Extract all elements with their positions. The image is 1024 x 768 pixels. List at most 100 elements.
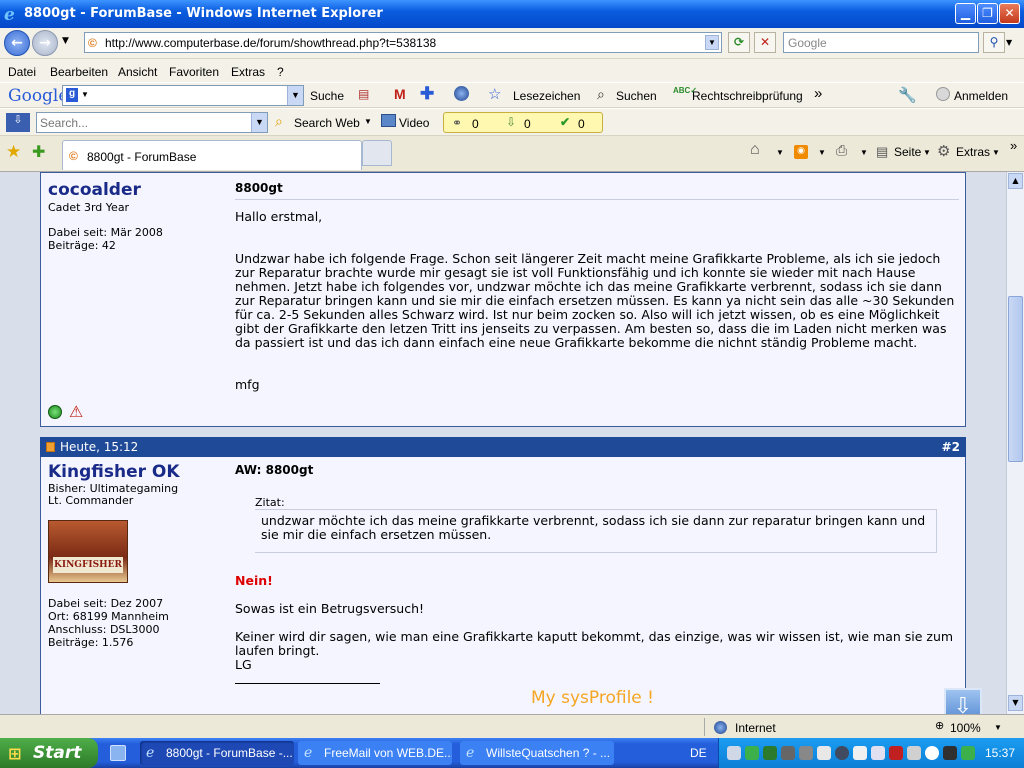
tray-ea-icon[interactable]	[943, 746, 957, 760]
wrench-settings-icon[interactable]: 🔧	[898, 86, 917, 104]
find-button[interactable]: Suchen	[616, 89, 657, 103]
tray-app-icon[interactable]	[781, 746, 795, 760]
video-button[interactable]: Video	[399, 116, 429, 130]
search-web-button[interactable]: Search Web	[294, 116, 360, 130]
post-2-post-count: Beiträge: 1.576	[48, 636, 134, 649]
minimize-button[interactable]: ▁	[955, 3, 976, 24]
page-dropdown-icon[interactable]: ▼	[923, 148, 931, 157]
toolbar-menu-icon[interactable]: ⇩	[6, 113, 30, 132]
post-1-title-divider	[235, 199, 959, 200]
scroll-thumb[interactable]	[1008, 296, 1023, 462]
live-search-input[interactable]: Google	[783, 32, 979, 53]
menu-help[interactable]: ?	[277, 65, 284, 79]
star-bookmark-icon[interactable]: ☆	[488, 85, 501, 103]
search-provider-dropdown-icon[interactable]: ▼	[1006, 38, 1012, 47]
forward-button[interactable]: →	[32, 30, 58, 56]
home-icon[interactable]: ⌂	[750, 141, 760, 159]
address-input[interactable]: © http://www.computerbase.de/forum/showt…	[84, 32, 722, 53]
rss-feed-icon[interactable]: ◉	[794, 145, 808, 159]
stop-button[interactable]: ✕	[754, 32, 776, 53]
scroll-down-button[interactable]: ▼	[1008, 695, 1023, 711]
report-post-icon[interactable]: ⚠	[69, 402, 83, 421]
search-web-dropdown-icon[interactable]: ▼	[364, 117, 372, 126]
taskbar-item-willstequatschen[interactable]: e WillsteQuatschen ? - ...	[460, 741, 614, 765]
tray-security-icon[interactable]	[763, 746, 777, 760]
address-dropdown-icon[interactable]: ▼	[705, 35, 719, 50]
tray-shield-icon[interactable]	[961, 746, 975, 760]
post-2-number[interactable]: #2	[942, 440, 960, 454]
post-1-signoff: mfg	[235, 377, 260, 392]
taskbar-item-forumbase[interactable]: e 8800gt - ForumBase -...	[140, 741, 294, 765]
favorites-star-icon[interactable]: ★	[6, 142, 21, 162]
toolbar-more-button[interactable]: »	[814, 85, 822, 102]
menu-ansicht[interactable]: Ansicht	[118, 65, 157, 79]
quote-label: Zitat:	[255, 496, 285, 509]
taskbar-item-webde[interactable]: e FreeMail von WEB.DE...	[298, 741, 452, 765]
back-button[interactable]: ←	[4, 30, 30, 56]
tray-volume-icon[interactable]	[853, 746, 867, 760]
spellcheck-button[interactable]: Rechtschreibprüfung	[692, 89, 803, 103]
refresh-button[interactable]: ⟳	[728, 32, 750, 53]
clock[interactable]: 15:37	[985, 746, 1015, 760]
tab-bar: ★ ✚ © 8800gt - ForumBase ⌂ ▼ ◉ ▼ ⎙ ▼ ▤ S…	[0, 136, 1024, 172]
post-2-username[interactable]: Kingfisher OK	[48, 462, 180, 482]
close-button[interactable]: ✕	[999, 3, 1020, 24]
language-indicator[interactable]: DE	[690, 746, 707, 760]
tray-antivirus-icon[interactable]	[889, 746, 903, 760]
add-button-icon[interactable]: ✚	[420, 84, 434, 104]
window-title-bar[interactable]: e 8800gt - ForumBase - Windows Internet …	[0, 0, 1024, 28]
menu-datei[interactable]: Datei	[8, 65, 36, 79]
pagerank-icon[interactable]: ▤	[358, 87, 369, 101]
globe-icon[interactable]	[454, 86, 469, 101]
add-favorite-icon[interactable]: ✚	[32, 142, 45, 162]
tray-network-icon[interactable]	[727, 746, 741, 760]
tray-search-icon[interactable]	[871, 746, 885, 760]
tools-dropdown-icon[interactable]: ▼	[992, 148, 1000, 157]
signin-button[interactable]: Anmelden	[954, 89, 1008, 103]
menu-extras[interactable]: Extras	[231, 65, 265, 79]
toolbar-search-input[interactable]: Search... ▼	[36, 112, 268, 133]
command-bar-more[interactable]: »	[1010, 138, 1017, 153]
start-label: Start	[33, 743, 82, 763]
tray-download-icon[interactable]	[925, 746, 939, 760]
tools-menu-button[interactable]: Extras	[956, 145, 990, 159]
tray-device-icon[interactable]	[799, 746, 813, 760]
zoom-dropdown-icon[interactable]: ▼	[994, 723, 1002, 732]
post-1-body: 8800gt Hallo erstmal, Undzwar habe ich f…	[229, 173, 965, 426]
menu-bearbeiten[interactable]: Bearbeiten	[50, 65, 108, 79]
post-1-username[interactable]: cocoalder	[48, 180, 141, 200]
vertical-scrollbar[interactable]: ▲ ▼	[1006, 172, 1024, 714]
tray-updates-icon[interactable]	[907, 746, 921, 760]
history-dropdown-icon[interactable]: ▼	[62, 36, 69, 46]
tray-phone-icon[interactable]	[817, 746, 831, 760]
start-button[interactable]: ⊞ Start	[0, 738, 98, 768]
scroll-up-button[interactable]: ▲	[1008, 173, 1023, 189]
tab-forumbase[interactable]: © 8800gt - ForumBase	[62, 140, 362, 170]
bookmarks-button[interactable]: Lesezeichen	[513, 89, 580, 103]
maximize-button[interactable]: ❐	[977, 3, 998, 24]
home-dropdown-icon[interactable]: ▼	[776, 148, 784, 157]
google-search-label[interactable]: Suche	[310, 89, 344, 103]
tray-messenger-icon[interactable]	[745, 746, 759, 760]
google-search-input[interactable]: g ▼ ▼	[62, 85, 304, 106]
toolbar-search-dropdown-icon[interactable]: ▼	[251, 113, 267, 132]
print-icon[interactable]: ⎙	[836, 142, 847, 159]
status-divider	[704, 718, 705, 736]
tray-media-icon[interactable]	[835, 746, 849, 760]
google-g-dropdown-icon[interactable]: ▼	[81, 90, 89, 99]
search-go-button[interactable]: ⚲	[983, 32, 1005, 53]
menu-favoriten[interactable]: Favoriten	[169, 65, 219, 79]
sysprofile-link[interactable]: My sysProfile !	[531, 688, 654, 708]
page-menu-button[interactable]: Seite	[894, 145, 921, 159]
google-search-dropdown-icon[interactable]: ▼	[287, 86, 303, 105]
zoom-level[interactable]: 100%	[950, 721, 981, 735]
gmail-icon[interactable]: M	[394, 86, 406, 102]
new-tab-button[interactable]	[362, 140, 392, 166]
quicklaunch-desktop-icon[interactable]	[110, 745, 126, 761]
rss-dropdown-icon[interactable]: ▼	[818, 148, 826, 157]
print-dropdown-icon[interactable]: ▼	[860, 148, 868, 157]
security-zone[interactable]: Internet	[735, 721, 776, 735]
ie-taskbar-icon: e	[304, 745, 313, 761]
post-1-rank: Cadet 3rd Year	[48, 201, 130, 214]
scroll-down-overlay-icon[interactable]: ⇩	[944, 688, 982, 714]
